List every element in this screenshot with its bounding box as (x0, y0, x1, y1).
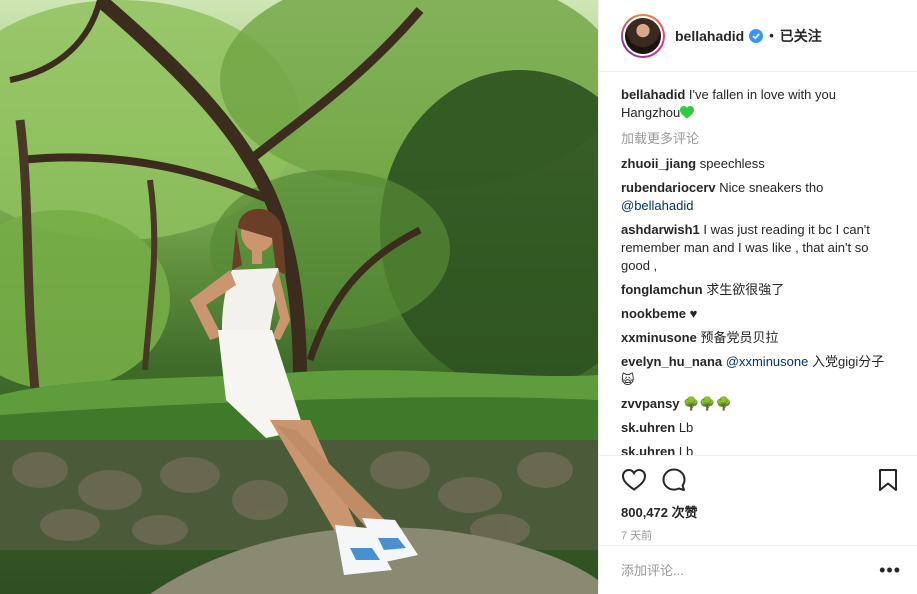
comment-username[interactable]: xxminusone (621, 330, 697, 345)
post-caption: bellahadid I've fallen in love with you … (621, 86, 895, 122)
comment-username[interactable]: evelyn_hu_nana (621, 354, 722, 369)
comment-username[interactable]: nookbeme (621, 306, 686, 321)
post-photo[interactable] (0, 0, 598, 594)
caption-username[interactable]: bellahadid (621, 87, 685, 102)
header-separator: • (769, 28, 774, 43)
comment-mention-link[interactable]: @xxminusone (726, 354, 809, 369)
comment-text: 求生欲很強了 (706, 282, 785, 297)
comment-username[interactable]: zhuoii_jiang (621, 156, 696, 171)
comment-username[interactable]: zvvpansy (621, 396, 680, 411)
comment-text: ♥ (689, 306, 698, 321)
comments-list[interactable]: bellahadid I've fallen in love with you … (599, 86, 917, 456)
comment-username[interactable]: ashdarwish1 (621, 222, 700, 237)
action-icons (621, 466, 901, 494)
comment-item: fonglamchun 求生欲很強了 (621, 281, 895, 299)
likes-number: 800,472 (621, 505, 668, 520)
photo-illustration (0, 0, 598, 594)
add-comment-input[interactable] (621, 562, 880, 578)
verified-badge-icon (749, 28, 764, 43)
heart-icon[interactable] (621, 467, 647, 493)
comment-item: zvvpansy 🌳🌳🌳 (621, 395, 895, 413)
comment-username[interactable]: fonglamchun (621, 282, 703, 297)
comment-item: ashdarwish1 I was just reading it bc I c… (621, 221, 895, 275)
comment-text: 预备党员贝拉 (700, 330, 779, 345)
green-heart-icon (680, 106, 695, 119)
comment-item: rubendariocerv Nice sneakers tho @bellah… (621, 179, 895, 215)
comment-item: nookbeme ♥ (621, 305, 895, 323)
avatar-image (623, 15, 663, 56)
comment-mention-link[interactable]: @bellahadid (621, 198, 693, 213)
header-username[interactable]: bellahadid (675, 28, 744, 44)
post-timestamp[interactable]: 7 天前 (621, 527, 901, 543)
likes-count[interactable]: 800,472 次赞 (621, 502, 901, 521)
avatar[interactable] (621, 13, 665, 58)
post-side-panel: bellahadid • 已关注 bellahadid I've fallen … (598, 0, 917, 594)
add-comment-bar: ••• (599, 545, 917, 594)
load-more-comments-link[interactable]: 加载更多评论 (621, 128, 895, 147)
following-button[interactable]: 已关注 (780, 26, 822, 46)
comment-text: Nice sneakers tho (719, 180, 824, 195)
comment-username[interactable]: sk.uhren (621, 420, 675, 435)
comment-icon[interactable] (661, 467, 687, 493)
comment-item: evelyn_hu_nana @xxminusone 入党gigi分子🙀 (621, 353, 895, 389)
comment-item: xxminusone 预备党员贝拉 (621, 329, 895, 347)
comment-text: speechless (699, 156, 765, 171)
bookmark-icon[interactable] (875, 467, 901, 493)
likes-label: 次赞 (671, 505, 698, 520)
post-header: bellahadid • 已关注 (599, 0, 917, 72)
comment-item: sk.uhren Lb (621, 419, 895, 437)
comment-item: zhuoii_jiang speechless (621, 155, 895, 173)
comment-username[interactable]: rubendariocerv (621, 180, 716, 195)
comment-text: Lb (678, 420, 694, 435)
more-options-icon[interactable]: ••• (879, 560, 901, 581)
comment-text: 🌳🌳🌳 (683, 396, 732, 411)
